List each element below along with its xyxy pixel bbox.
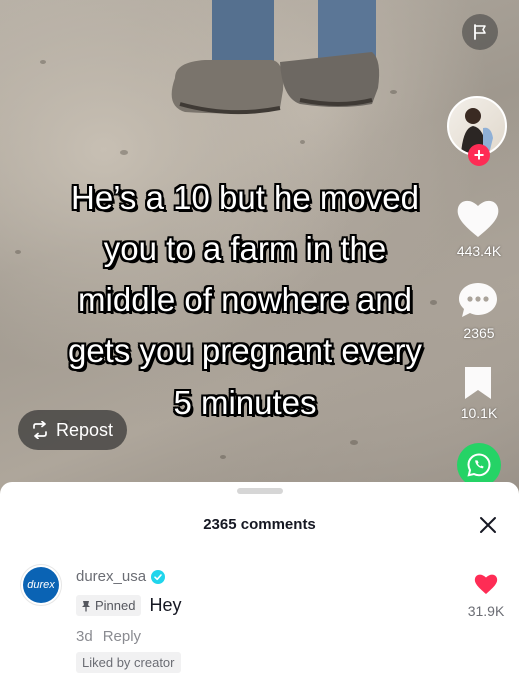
close-icon[interactable]: [478, 515, 498, 535]
caption-line: middle of nowhere and: [78, 281, 412, 319]
heart-filled-icon: [474, 574, 498, 594]
heart-icon[interactable]: [455, 197, 501, 239]
video-player[interactable]: He’s a 10 but he moved you to a farm in …: [0, 0, 519, 500]
comment-body-row: Pinned Hey: [76, 595, 182, 616]
pinned-badge: Pinned: [76, 595, 142, 616]
verified-badge-icon: [151, 569, 166, 584]
comment-age: 3d: [76, 628, 93, 645]
liked-by-creator-badge: Liked by creator: [76, 652, 181, 673]
boots-image: [171, 0, 380, 115]
sheet-drag-handle[interactable]: [237, 488, 283, 494]
durex-logo: durex: [23, 567, 59, 603]
comments-title: 2365 comments: [203, 516, 316, 533]
like-count: 443.4K: [456, 243, 502, 259]
comment-username-row: durex_usa: [76, 568, 166, 585]
creator-avatar-button[interactable]: +: [447, 96, 509, 166]
share-whatsapp-button[interactable]: [457, 443, 501, 487]
pin-icon: [82, 600, 90, 611]
ground-speck: [120, 150, 128, 155]
comment-like-count: 31.9K: [467, 603, 505, 619]
repost-button[interactable]: Repost: [18, 410, 128, 450]
save-count: 10.1K: [460, 405, 498, 421]
comment-username[interactable]: durex_usa: [76, 568, 146, 585]
whatsapp-icon: [467, 453, 491, 477]
bookmark-icon[interactable]: [462, 364, 494, 402]
comment-meta: 3d Reply: [76, 628, 141, 645]
follow-plus-icon[interactable]: +: [468, 144, 490, 166]
caption-line: He’s a 10 but he moved: [71, 179, 419, 216]
ground-speck: [220, 455, 226, 459]
repost-icon: [33, 421, 47, 439]
report-button[interactable]: [462, 14, 498, 50]
repost-label: Repost: [56, 419, 114, 440]
pinned-label: Pinned: [95, 598, 136, 613]
reply-button[interactable]: Reply: [103, 628, 141, 645]
caption-line: you to a farm in the: [103, 230, 387, 268]
caption-line: gets you pregnant every: [67, 332, 423, 370]
comment-bubble-icon[interactable]: [457, 280, 499, 320]
video-caption: He’s a 10 but he moved you to a farm in …: [10, 172, 480, 428]
ground-speck: [300, 140, 305, 144]
commenter-avatar[interactable]: durex: [20, 564, 62, 606]
comments-sheet: 2365 comments durex durex_usa Pinned Hey…: [0, 482, 519, 680]
comment-like-button[interactable]: 31.9K: [464, 572, 508, 619]
comment-text: Hey: [149, 595, 182, 615]
flag-icon: [474, 24, 486, 40]
ground-speck: [350, 440, 358, 445]
comment-count: 2365: [463, 325, 495, 341]
